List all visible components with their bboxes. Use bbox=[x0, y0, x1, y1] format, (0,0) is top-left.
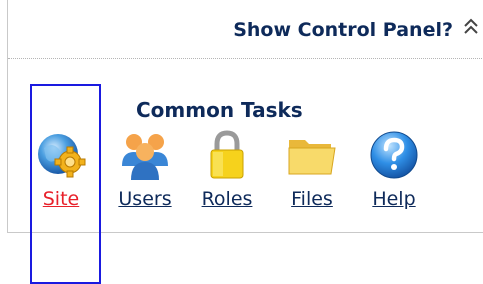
common-tasks-title: Common Tasks bbox=[136, 98, 303, 122]
users-icon bbox=[118, 128, 172, 182]
task-help[interactable]: Help bbox=[363, 128, 425, 222]
show-control-panel-toggle[interactable]: Show Control Panel? bbox=[233, 19, 453, 41]
panel-header[interactable]: Show Control Panel? bbox=[8, 0, 483, 58]
task-files[interactable]: Files bbox=[281, 128, 343, 222]
padlock-icon bbox=[200, 128, 254, 182]
task-roles[interactable]: Roles bbox=[194, 128, 260, 222]
folder-icon bbox=[285, 128, 339, 182]
task-users-label[interactable]: Users bbox=[112, 188, 178, 210]
task-files-label[interactable]: Files bbox=[281, 188, 343, 210]
selection-highlight bbox=[30, 84, 101, 284]
header-divider bbox=[8, 58, 483, 59]
help-icon bbox=[367, 128, 421, 182]
task-users[interactable]: Users bbox=[112, 128, 178, 222]
task-help-label[interactable]: Help bbox=[363, 188, 425, 210]
collapse-chevron-icon[interactable] bbox=[462, 16, 480, 38]
task-roles-label[interactable]: Roles bbox=[194, 188, 260, 210]
